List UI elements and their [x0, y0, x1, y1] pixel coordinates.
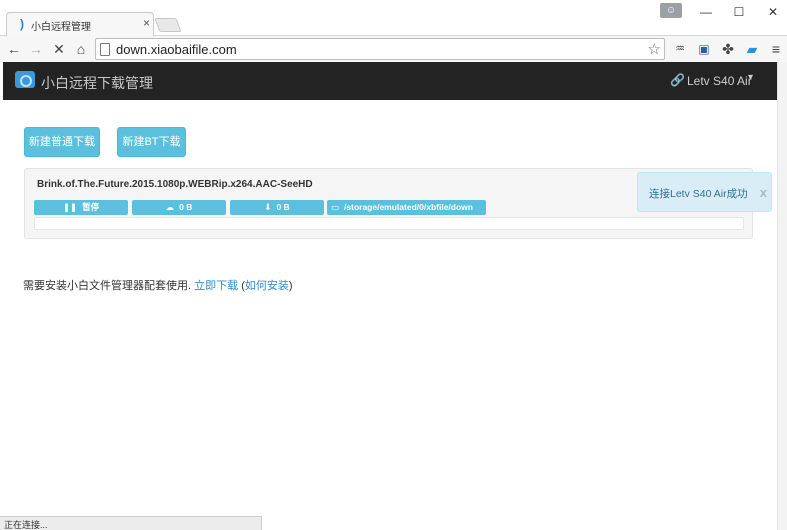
close-window-icon[interactable]: ✕ [762, 2, 784, 22]
page-icon [100, 43, 110, 56]
task-progress-bar [34, 217, 744, 230]
tab-title: 小白远程管理 [31, 22, 91, 33]
save-path-badge[interactable]: ▭ /storage/emulated/0/xbfile/down [327, 200, 486, 215]
device-dropdown[interactable]: Letv S40 Air [687, 74, 752, 88]
hamburger-menu-icon[interactable]: ≡ [768, 38, 784, 60]
folder-icon[interactable]: ▰ [744, 38, 760, 60]
bookmark-star-icon[interactable]: ☆ [648, 40, 661, 58]
address-bar[interactable]: down.xiaobaifile.com ☆ [95, 38, 665, 60]
status-text: 正在连接... [4, 520, 48, 530]
download-now-link[interactable]: 立即下载 [194, 280, 238, 292]
tab-close-icon[interactable]: × [143, 16, 150, 30]
connection-toast: 连接Letv S40 Air成功 x [637, 172, 772, 212]
app-title[interactable]: 小白远程下载管理 [41, 73, 153, 93]
stop-icon[interactable]: ✕ [51, 38, 67, 60]
install-notice: 需要安装小白文件管理器配套使用. 立即下载 (如何安装) [23, 277, 293, 293]
new-tab-button[interactable] [154, 18, 182, 32]
browser-toolbar: ← → ✕ ⌂ down.xiaobaifile.com ☆ ♒ ▣ ✤ ▰ ≡ [0, 36, 787, 62]
tab-favicon-icon: ) [20, 17, 24, 31]
home-icon[interactable]: ⌂ [73, 38, 89, 60]
task-name: Brink.of.The.Future.2015.1080p.WEBRip.x2… [37, 179, 313, 190]
caret-down-icon[interactable]: ▾ [748, 72, 753, 83]
puzzle-icon[interactable]: ✤ [720, 38, 736, 60]
download-speed: 0 B [179, 202, 193, 212]
folder-open-icon: ▭ [331, 202, 340, 212]
upload-speed: 0 B [276, 202, 290, 212]
back-icon[interactable]: ← [6, 38, 22, 60]
cloud-download-icon: ☁ [165, 202, 175, 212]
notice-text: 需要安装小白文件管理器配套使用. [23, 280, 192, 292]
pause-label: 暂停 [82, 202, 100, 212]
link-icon: 🔗 [670, 73, 685, 87]
url-text[interactable]: down.xiaobaifile.com [116, 42, 237, 57]
how-to-install-link[interactable]: 如何安装 [245, 280, 289, 292]
page-scrollbar[interactable] [777, 62, 787, 530]
extension-star-icon[interactable]: ▣ [696, 38, 712, 60]
browser-tab[interactable]: ) 小白远程管理 × [6, 12, 154, 36]
browser-status-bar: 正在连接... [0, 516, 262, 530]
pause-icon: ❚❚ [62, 202, 78, 212]
camera-logo-icon [15, 71, 35, 88]
forward-icon[interactable]: → [28, 38, 44, 60]
new-bt-download-button[interactable]: 新建BT下载 [117, 127, 186, 157]
upload-speed-badge: ⬇ 0 B [230, 200, 324, 215]
user-profile-icon[interactable]: ☺ [660, 3, 682, 18]
save-path: /storage/emulated/0/xbfile/down [344, 202, 473, 212]
new-normal-download-button[interactable]: 新建普通下载 [24, 127, 100, 157]
close-paren: ) [288, 280, 293, 292]
browser-titlebar: ) 小白远程管理 × ☺ — ☐ ✕ [0, 0, 787, 36]
pause-button[interactable]: ❚❚ 暂停 [34, 200, 128, 215]
download-arrow-icon: ⬇ [264, 202, 272, 212]
minimize-icon[interactable]: — [695, 2, 717, 22]
download-speed-badge: ☁ 0 B [132, 200, 226, 215]
app-navbar: 小白远程下载管理 🔗 Letv S40 Air ▾ [3, 62, 777, 100]
extension-bird-icon[interactable]: ♒ [672, 38, 688, 60]
toast-message: 连接Letv S40 Air成功 [649, 188, 748, 200]
maximize-icon[interactable]: ☐ [728, 2, 750, 22]
toast-close-button[interactable]: x [760, 185, 767, 200]
